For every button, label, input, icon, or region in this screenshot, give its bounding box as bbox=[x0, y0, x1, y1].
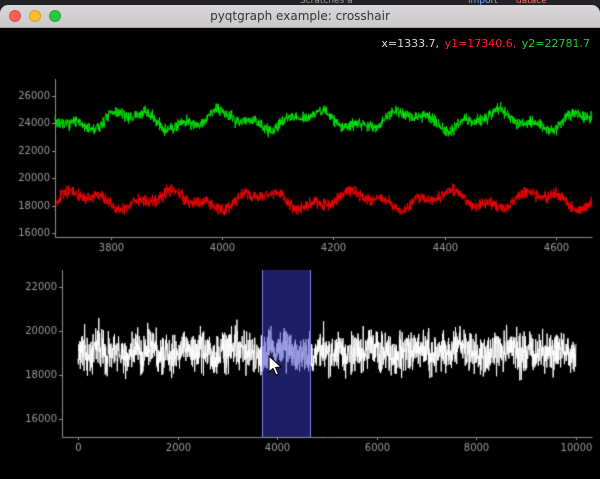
minimize-button[interactable] bbox=[29, 10, 41, 22]
close-button[interactable] bbox=[9, 10, 21, 22]
linear-region-handle[interactable] bbox=[262, 270, 310, 438]
readout-y1: y1=17340.6, bbox=[444, 37, 517, 50]
app-window: pyqtgraph example: crosshair x=1333.7, y… bbox=[0, 5, 600, 479]
plot-area: x=1333.7, y1=17340.6, y2=22781.7 bbox=[0, 28, 600, 479]
top-plot-canvas[interactable] bbox=[0, 28, 600, 262]
window-title: pyqtgraph example: crosshair bbox=[210, 9, 390, 23]
crosshair-readout: x=1333.7, y1=17340.6, y2=22781.7 bbox=[379, 37, 590, 50]
readout-y2: y2=22781.7 bbox=[521, 37, 590, 50]
zoom-button[interactable] bbox=[49, 10, 61, 22]
window-titlebar[interactable]: pyqtgraph example: crosshair bbox=[0, 5, 600, 28]
readout-x: x=1333.7, bbox=[381, 37, 440, 50]
